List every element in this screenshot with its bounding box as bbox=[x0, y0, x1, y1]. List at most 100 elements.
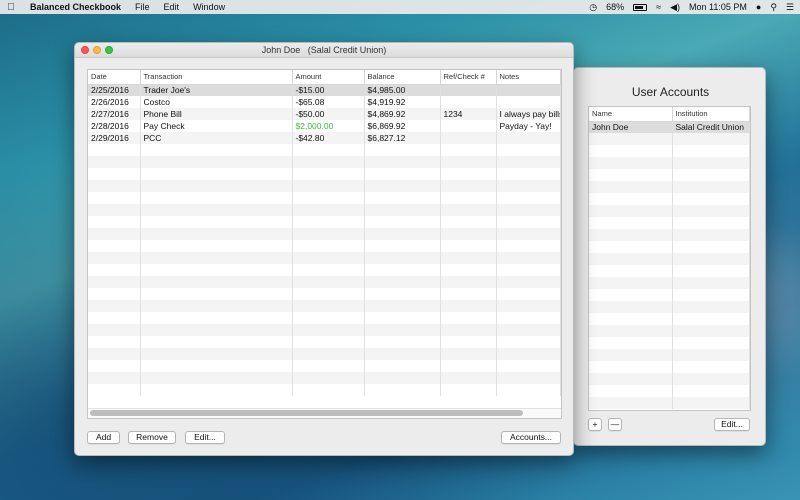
menu-file[interactable]: File bbox=[135, 2, 150, 12]
edit-account-button[interactable]: Edit... bbox=[714, 418, 750, 431]
empty-table-row[interactable] bbox=[88, 216, 561, 228]
empty-table-row[interactable] bbox=[88, 360, 561, 372]
empty-cell bbox=[496, 180, 561, 192]
empty-cell bbox=[672, 241, 750, 253]
empty-cell bbox=[589, 169, 673, 181]
empty-table-row[interactable] bbox=[589, 205, 750, 217]
empty-table-row[interactable] bbox=[589, 133, 750, 145]
empty-table-row[interactable] bbox=[589, 373, 750, 385]
wifi-icon[interactable]: ≈ bbox=[656, 2, 661, 12]
empty-table-row[interactable] bbox=[589, 181, 750, 193]
empty-table-row[interactable] bbox=[88, 348, 561, 360]
empty-table-row[interactable] bbox=[88, 288, 561, 300]
empty-table-row[interactable] bbox=[88, 252, 561, 264]
table-row[interactable]: 2/29/2016 PCC -$42.80 $6,827.12 bbox=[88, 132, 561, 144]
apple-menu-icon[interactable]:  bbox=[0, 2, 22, 13]
window-titlebar[interactable]: John Doe (Salal Credit Union) bbox=[75, 43, 573, 58]
empty-table-row[interactable] bbox=[589, 289, 750, 301]
empty-table-row[interactable] bbox=[88, 372, 561, 384]
column-header-name[interactable]: Name bbox=[589, 107, 673, 122]
column-header-amount[interactable]: Amount bbox=[292, 70, 365, 85]
empty-table-row[interactable] bbox=[88, 204, 561, 216]
table-row[interactable]: 2/26/2016 Costco -$65.08 $4,919.92 bbox=[88, 96, 561, 108]
empty-table-row[interactable] bbox=[589, 241, 750, 253]
notification-center-icon[interactable]: ☰ bbox=[786, 2, 794, 13]
minimize-window-button[interactable] bbox=[93, 46, 101, 54]
empty-table-row[interactable] bbox=[88, 264, 561, 276]
empty-cell bbox=[364, 288, 441, 300]
empty-table-row[interactable] bbox=[88, 312, 561, 324]
empty-table-row[interactable] bbox=[589, 361, 750, 373]
empty-table-row[interactable] bbox=[88, 156, 561, 168]
empty-table-row[interactable] bbox=[589, 229, 750, 241]
empty-table-row[interactable] bbox=[589, 385, 750, 397]
empty-table-row[interactable] bbox=[589, 301, 750, 313]
table-row[interactable]: 2/28/2016 Pay Check $2,000.00 $6,869.92 … bbox=[88, 120, 561, 132]
remove-account-button[interactable]: — bbox=[608, 418, 622, 431]
empty-table-row[interactable] bbox=[88, 276, 561, 288]
column-header-institution[interactable]: Institution bbox=[672, 107, 750, 122]
empty-cell bbox=[440, 144, 497, 156]
empty-cell bbox=[88, 300, 141, 312]
clock[interactable]: Mon 11:05 PM bbox=[689, 2, 747, 12]
table-row[interactable]: John Doe Salal Credit Union bbox=[589, 121, 750, 133]
battery-percent[interactable]: 68% bbox=[606, 2, 624, 12]
empty-table-row[interactable] bbox=[589, 277, 750, 289]
column-header-ref-check[interactable]: Ref/Check # bbox=[440, 70, 497, 85]
empty-cell bbox=[589, 313, 673, 325]
column-header-transaction[interactable]: Transaction bbox=[140, 70, 293, 85]
volume-icon[interactable]: ◀) bbox=[670, 2, 680, 13]
close-window-button[interactable] bbox=[81, 46, 89, 54]
empty-cell bbox=[440, 204, 497, 216]
accounts-table[interactable]: Name Institution John Doe Salal Credit U… bbox=[588, 106, 751, 411]
empty-cell bbox=[589, 289, 673, 301]
battery-icon[interactable] bbox=[633, 3, 648, 11]
empty-table-row[interactable] bbox=[88, 180, 561, 192]
empty-table-row[interactable] bbox=[589, 193, 750, 205]
accounts-button[interactable]: Accounts... bbox=[501, 431, 561, 444]
empty-table-row[interactable] bbox=[88, 324, 561, 336]
empty-table-row[interactable] bbox=[589, 325, 750, 337]
remove-transaction-button[interactable]: Remove bbox=[128, 431, 176, 444]
empty-table-row[interactable] bbox=[589, 253, 750, 265]
transactions-table[interactable]: Date Transaction Amount Balance Ref/Chec… bbox=[87, 69, 562, 419]
empty-cell bbox=[140, 336, 293, 348]
column-header-balance[interactable]: Balance bbox=[364, 70, 441, 85]
empty-table-row[interactable] bbox=[88, 144, 561, 156]
empty-table-row[interactable] bbox=[88, 240, 561, 252]
horizontal-scrollbar[interactable] bbox=[90, 410, 523, 416]
empty-table-row[interactable] bbox=[589, 349, 750, 361]
empty-table-row[interactable] bbox=[88, 192, 561, 204]
time-machine-icon[interactable]: ◷ bbox=[589, 2, 597, 13]
transaction-cell: Pay Check bbox=[140, 120, 293, 132]
menu-edit[interactable]: Edit bbox=[164, 2, 180, 12]
empty-table-row[interactable] bbox=[589, 217, 750, 229]
add-transaction-button[interactable]: Add bbox=[87, 431, 120, 444]
empty-table-row[interactable] bbox=[88, 384, 561, 396]
empty-cell bbox=[589, 349, 673, 361]
table-row[interactable]: 2/27/2016 Phone Bill -$50.00 $4,869.92 1… bbox=[88, 108, 561, 120]
menu-window[interactable]: Window bbox=[193, 2, 225, 12]
column-header-notes[interactable]: Notes bbox=[496, 70, 561, 85]
table-row[interactable]: 2/25/2016 Trader Joe's -$15.00 $4,985.00 bbox=[88, 84, 561, 96]
empty-table-row[interactable] bbox=[88, 168, 561, 180]
empty-table-row[interactable] bbox=[88, 336, 561, 348]
empty-table-row[interactable] bbox=[589, 397, 750, 409]
empty-table-row[interactable] bbox=[589, 313, 750, 325]
empty-table-row[interactable] bbox=[589, 169, 750, 181]
user-icon[interactable]: ● bbox=[756, 2, 761, 12]
empty-table-row[interactable] bbox=[589, 337, 750, 349]
empty-table-row[interactable] bbox=[589, 145, 750, 157]
edit-transaction-button[interactable]: Edit... bbox=[185, 431, 225, 444]
empty-cell bbox=[292, 144, 365, 156]
empty-table-row[interactable] bbox=[589, 157, 750, 169]
empty-table-row[interactable] bbox=[589, 265, 750, 277]
zoom-window-button[interactable] bbox=[105, 46, 113, 54]
empty-table-row[interactable] bbox=[88, 228, 561, 240]
add-account-button[interactable]: + bbox=[588, 418, 602, 431]
app-menu[interactable]: Balanced Checkbook bbox=[30, 2, 121, 12]
empty-table-row[interactable] bbox=[88, 300, 561, 312]
spotlight-search-icon[interactable]: ⚲ bbox=[770, 2, 777, 13]
empty-cell bbox=[440, 168, 497, 180]
column-header-date[interactable]: Date bbox=[88, 70, 141, 85]
